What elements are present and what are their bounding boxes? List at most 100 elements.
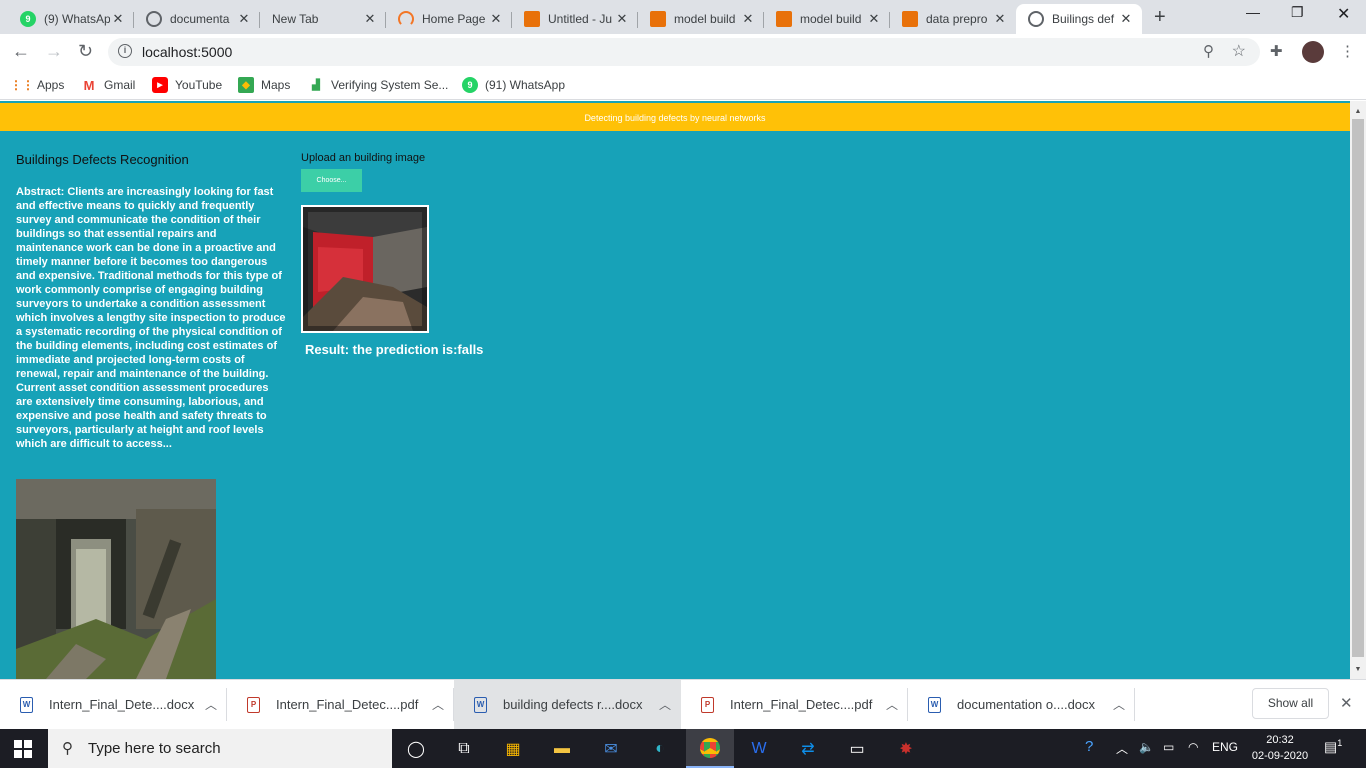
close-icon[interactable]: ✕	[236, 11, 252, 27]
url-text[interactable]: localhost:5000	[142, 44, 232, 60]
chevron-up-icon[interactable]: ︿	[1113, 696, 1135, 713]
zoom-icon[interactable]: ⚲	[1203, 42, 1214, 60]
bookmark-whatsapp[interactable]: 9 (91) WhatsApp	[462, 77, 565, 93]
chevron-up-icon[interactable]: ︿	[659, 696, 681, 713]
close-icon[interactable]: ✕	[614, 11, 630, 27]
tab-documentation[interactable]: documenta ✕	[134, 4, 260, 34]
taskbar-search[interactable]: ⚲ Type here to search	[48, 729, 392, 768]
tab-model-build-2[interactable]: model build ✕	[764, 4, 890, 34]
download-name: Intern_Final_Detec....pdf	[730, 697, 873, 712]
windows-start-icon[interactable]	[14, 740, 32, 758]
back-icon[interactable]: ←	[12, 41, 30, 62]
download-name: building defects r....docx	[503, 697, 643, 712]
window-close-icon[interactable]: ✕	[1337, 4, 1350, 24]
file-explorer-icon[interactable]: ▬	[538, 729, 586, 768]
minimize-icon[interactable]: —	[1246, 4, 1260, 20]
language-indicator[interactable]: ENG	[1212, 740, 1238, 754]
chevron-up-tray-icon[interactable]: ︿	[1116, 740, 1128, 757]
windows-taskbar: ⚲ Type here to search ◯ ⧉ ▦ ▬ ✉ ◐ W ⇄ ▭ …	[0, 729, 1366, 768]
choose-file-button[interactable]: Choose...	[301, 169, 362, 192]
word-app-icon[interactable]: W	[735, 729, 783, 768]
browser-toolbar: ← → ↻ i localhost:5000 ⚲ ☆	[0, 34, 1366, 70]
search-placeholder: Type here to search	[88, 740, 221, 757]
bookmark-label: Gmail	[104, 78, 136, 92]
close-icon[interactable]: ✕	[110, 11, 126, 27]
close-icon[interactable]: ✕	[362, 11, 378, 27]
close-icon[interactable]: ✕	[1118, 11, 1134, 27]
wifi-icon[interactable]: ◠	[1188, 740, 1198, 754]
notification-icon[interactable]: ▤1	[1324, 738, 1342, 756]
battery-icon[interactable]: ▭	[1163, 740, 1174, 754]
download-item[interactable]: W building defects r....docx ︿	[454, 680, 681, 729]
reload-icon[interactable]: ↻	[78, 41, 93, 62]
page-scrollbar[interactable]: ▲ ▼	[1350, 101, 1366, 679]
notebook-icon	[902, 11, 918, 27]
menu-icon[interactable]: ⋮	[1340, 42, 1355, 60]
bookmark-maps[interactable]: ◆ Maps	[238, 77, 290, 93]
forward-icon[interactable]: →	[45, 41, 63, 62]
tab-title: data prepro	[926, 12, 988, 26]
page-banner: Detecting building defects by neural net…	[0, 103, 1350, 131]
tab-title: Builings def	[1052, 12, 1115, 26]
scroll-down-icon[interactable]: ▼	[1350, 663, 1366, 677]
download-item[interactable]: P Intern_Final_Detec....pdf ︿	[681, 680, 908, 729]
tab-model-build-1[interactable]: model build ✕	[638, 4, 764, 34]
abstract-text: Abstract: Clients are increasingly looki…	[16, 186, 286, 450]
search-icon: ⚲	[62, 740, 73, 757]
tab-home-page[interactable]: Home Page ✕	[386, 4, 512, 34]
clock-time: 20:32	[1266, 734, 1294, 746]
close-icon[interactable]: ✕	[992, 11, 1008, 27]
scroll-thumb[interactable]	[1352, 119, 1364, 657]
close-icon[interactable]: ✕	[488, 11, 504, 27]
volume-icon[interactable]: 🔈	[1139, 740, 1154, 754]
bookmark-gmail[interactable]: M Gmail	[81, 77, 136, 93]
chevron-up-icon[interactable]: ︿	[886, 696, 908, 713]
bookmark-star-icon[interactable]: ☆	[1232, 41, 1246, 61]
globe-icon	[1028, 11, 1044, 27]
scroll-up-icon[interactable]: ▲	[1350, 105, 1366, 119]
terminal-icon[interactable]: ▭	[833, 729, 881, 768]
close-icon[interactable]: ✕	[740, 11, 756, 27]
address-bar[interactable]: i localhost:5000 ⚲ ☆	[108, 38, 1260, 66]
youtube-icon: ▶	[152, 77, 168, 93]
bookmarks-bar: ⋮⋮ Apps M Gmail ▶ YouTube ◆ Maps ▟ Verif…	[0, 70, 1366, 100]
info-icon[interactable]: i	[118, 44, 132, 58]
clock[interactable]: 20:32 02-09-2020	[1250, 732, 1310, 764]
mail-icon[interactable]: ✉	[587, 729, 635, 768]
tab-untitled[interactable]: Untitled - Ju ✕	[512, 4, 638, 34]
restore-icon[interactable]: ❐	[1291, 4, 1304, 21]
chrome-icon[interactable]	[686, 729, 734, 768]
store-icon[interactable]: ▦	[489, 729, 537, 768]
edge-icon[interactable]: ◐	[636, 729, 684, 768]
tab-data-prepro[interactable]: data prepro ✕	[890, 4, 1016, 34]
show-all-button[interactable]: Show all	[1252, 688, 1329, 719]
bookmark-youtube[interactable]: ▶ YouTube	[152, 77, 222, 93]
task-view-icon[interactable]: ⧉	[440, 729, 488, 768]
tab-title: New Tab	[272, 12, 319, 26]
tab-new-tab[interactable]: New Tab ✕	[260, 4, 386, 34]
notebook-icon	[524, 11, 540, 27]
bookmark-verifying[interactable]: ▟ Verifying System Se...	[308, 77, 448, 93]
close-icon[interactable]: ✕	[866, 11, 882, 27]
app-icon[interactable]: ✸	[882, 729, 930, 768]
download-item[interactable]: W documentation o....docx ︿	[908, 680, 1135, 729]
cortana-icon[interactable]: ◯	[392, 729, 440, 768]
new-tab-icon[interactable]: +	[1154, 6, 1166, 29]
help-icon[interactable]: ?	[1085, 738, 1093, 755]
avatar[interactable]	[1302, 41, 1324, 63]
extensions-icon[interactable]: ✚	[1270, 42, 1283, 60]
download-item[interactable]: W Intern_Final_Dete....docx ︿	[0, 680, 227, 729]
tab-whatsapp[interactable]: 9 (9) WhatsAp ✕	[8, 4, 134, 34]
tab-title: model build	[674, 12, 736, 26]
download-item[interactable]: P Intern_Final_Detec....pdf ︿	[227, 680, 454, 729]
tab-buildings-defects[interactable]: Builings def ✕	[1016, 4, 1142, 34]
chevron-up-icon[interactable]: ︿	[432, 696, 454, 713]
upload-label: Upload an building image	[301, 152, 426, 164]
jupyter-icon	[398, 11, 414, 27]
bookmark-apps[interactable]: ⋮⋮ Apps	[10, 77, 64, 93]
close-downloads-icon[interactable]: ✕	[1340, 694, 1353, 712]
chevron-up-icon[interactable]: ︿	[205, 696, 227, 713]
teamviewer-icon[interactable]: ⇄	[784, 729, 832, 768]
download-name: Intern_Final_Detec....pdf	[276, 697, 419, 712]
bookmark-label: (91) WhatsApp	[485, 78, 566, 92]
